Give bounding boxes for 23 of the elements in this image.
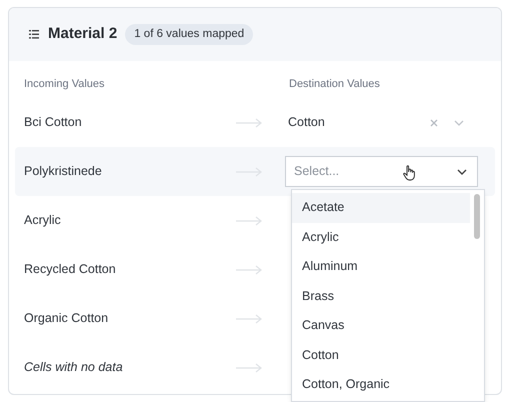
arrow-icon xyxy=(236,264,262,274)
arrow-icon xyxy=(236,314,262,324)
clear-icon[interactable] xyxy=(430,118,438,126)
hand-cursor-icon xyxy=(403,165,416,181)
arrow-icon xyxy=(236,216,262,226)
column-header: Incoming Values xyxy=(24,77,106,92)
chevron-down-icon[interactable] xyxy=(457,168,467,174)
arrow-icon xyxy=(236,362,262,372)
incoming-value: Cells with no data xyxy=(24,359,123,376)
arrow-icon xyxy=(236,118,262,128)
section-title: Material 2 xyxy=(48,24,118,44)
mapped-count-badge: 1 of 6 values mapped xyxy=(125,24,254,46)
list-icon xyxy=(29,30,39,39)
incoming-value: Bci Cotton xyxy=(24,114,82,132)
incoming-value: Acrylic xyxy=(24,212,61,230)
incoming-value: Recycled Cotton xyxy=(24,261,116,278)
select-field[interactable]: Select... xyxy=(285,156,478,187)
column-header: Destination Values xyxy=(289,77,380,92)
incoming-value: Polykristinede xyxy=(24,163,102,180)
dropdown-option[interactable]: Acetate xyxy=(292,193,470,222)
incoming-value: Organic Cotton xyxy=(24,310,108,328)
scrollbar xyxy=(474,194,480,239)
destination-value[interactable]: Cotton xyxy=(288,113,325,132)
